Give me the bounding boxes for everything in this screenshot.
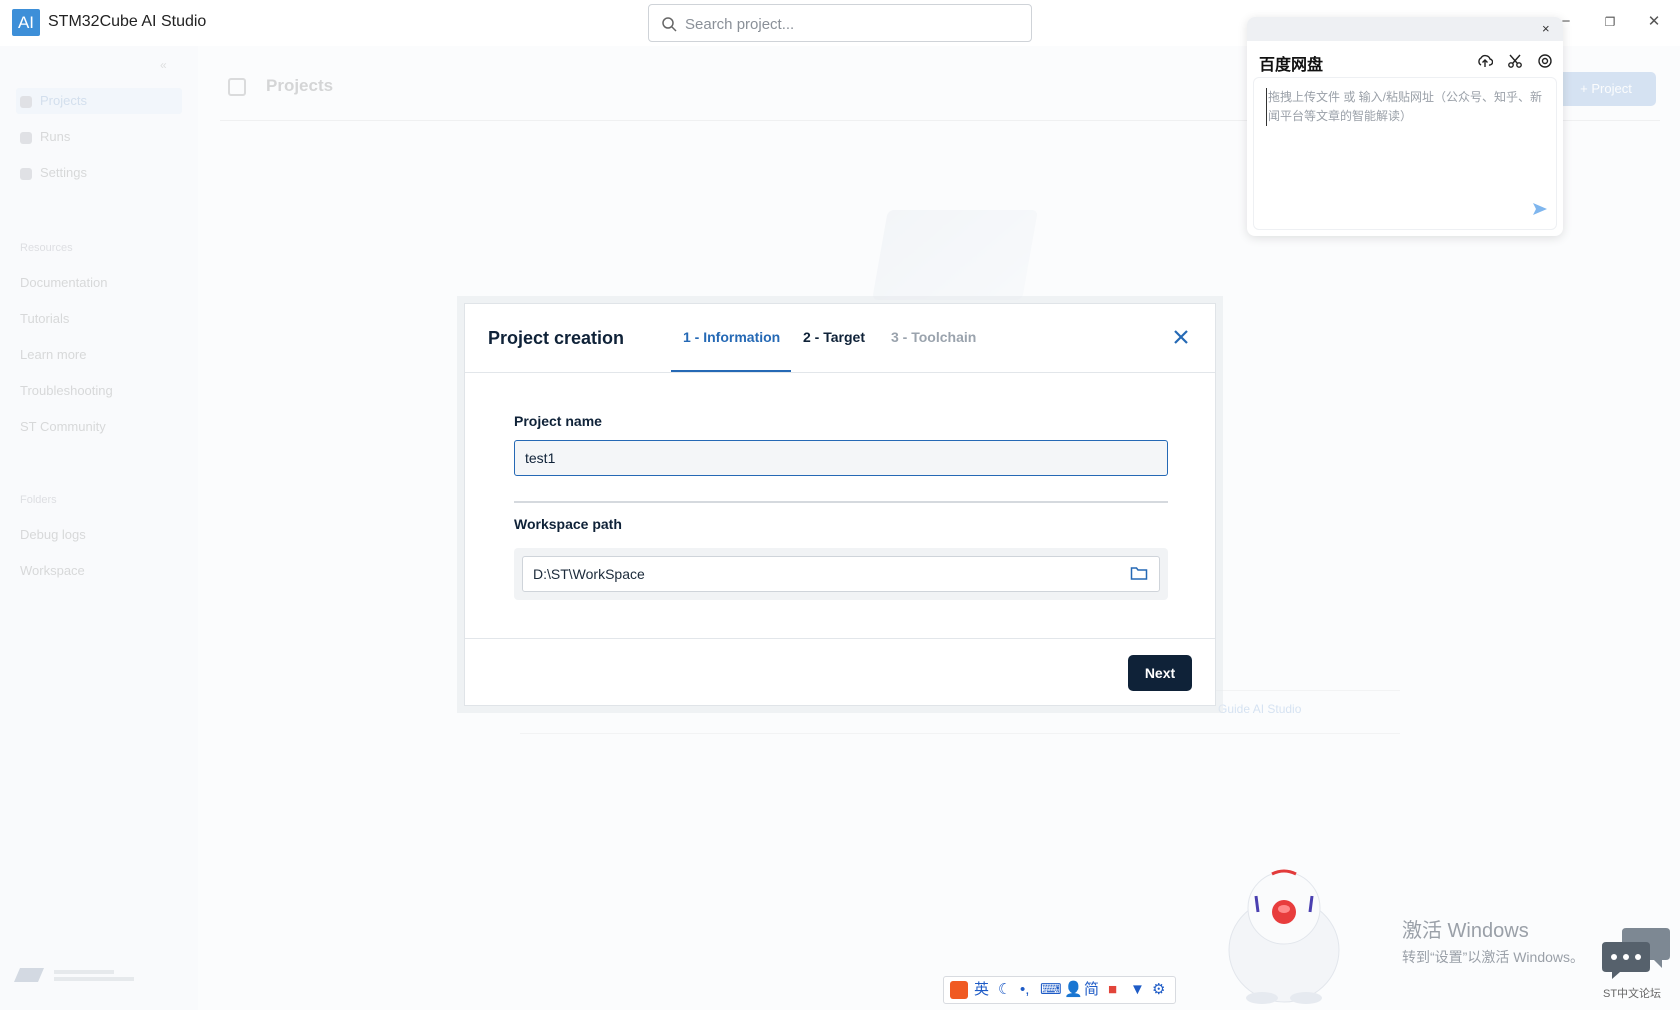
resource-link[interactable]: Documentation	[20, 275, 107, 290]
add-project-button[interactable]: + Project	[1556, 72, 1656, 106]
folder-icon[interactable]	[1130, 565, 1148, 581]
restore-button[interactable]: ❐	[1600, 12, 1620, 32]
scissors-icon[interactable]	[1507, 53, 1523, 69]
app-logo: AI	[12, 9, 40, 36]
empty-state-illustration	[872, 210, 1038, 300]
project-name-label: Project name	[514, 413, 602, 429]
panel-titlebar	[1247, 17, 1563, 41]
moon-icon[interactable]: ☾	[998, 980, 1011, 1000]
tab-information[interactable]: 1 - Information	[683, 329, 780, 345]
activation-title: 激活 Windows	[1402, 920, 1529, 942]
resource-link[interactable]: Learn more	[20, 347, 86, 362]
windows-activation-watermark: 激活 Windows 转到“设置”以激活 Windows。	[1402, 914, 1584, 967]
sogou-logo-icon[interactable]	[950, 981, 968, 999]
run-icon	[20, 131, 32, 144]
tab-target[interactable]: 2 - Target	[803, 329, 865, 345]
sidebar-item-label: Settings	[40, 165, 87, 180]
keyboard-icon[interactable]: ⌨	[1040, 980, 1062, 1000]
page-title: Projects	[266, 76, 334, 95]
search-input[interactable]	[685, 13, 1015, 35]
tab-toolchain: 3 - Toolchain	[891, 329, 977, 345]
search-box[interactable]	[648, 4, 1032, 42]
folder-link[interactable]: Debug logs	[20, 527, 86, 542]
sidebar-item-runs[interactable]: Runs	[20, 124, 70, 150]
panel-close-icon[interactable]: ×	[1542, 21, 1550, 36]
panel-input-area[interactable]: 拖拽上传文件 或 输入/粘贴网址（公众号、知乎、新闻平台等文章的智能解读）	[1253, 77, 1557, 230]
folder-icon	[20, 95, 32, 108]
folders-heading: Folders	[20, 494, 57, 506]
workspace-path-label: Workspace path	[514, 516, 622, 532]
skin-icon[interactable]: ▼	[1130, 980, 1145, 1000]
project-creation-dialog: Project creation 1 - Information 2 - Tar…	[464, 303, 1216, 706]
panel-placeholder: 拖拽上传文件 或 输入/粘贴网址（公众号、知乎、新闻平台等文章的智能解读）	[1266, 88, 1546, 126]
workspace-path-field	[514, 548, 1168, 600]
project-name-input[interactable]	[514, 440, 1168, 476]
ime-toolbar: 英 ☾ •, ⌨ 👤 简 ■ ▼ ⚙	[943, 976, 1176, 1004]
sidebar-item-label: Projects	[40, 93, 87, 108]
folder-link[interactable]: Workspace	[20, 563, 85, 578]
chat-icon[interactable]	[1600, 924, 1672, 980]
window-close-button[interactable]: ✕	[1644, 12, 1664, 32]
mascot-illustration	[1228, 869, 1340, 1004]
sidebar-item-projects[interactable]: Projects	[16, 88, 182, 114]
punctuation-icon[interactable]: •,	[1020, 980, 1029, 1000]
video-icon[interactable]: ■	[1108, 980, 1117, 1000]
forum-label: ST中文论坛	[1603, 988, 1662, 1000]
dialog-title: Project creation	[488, 328, 625, 348]
panel-title: 百度网盘	[1259, 57, 1324, 74]
app-title: STM32Cube AI Studio	[48, 13, 207, 30]
send-icon[interactable]	[1532, 202, 1548, 216]
target-icon[interactable]	[1537, 53, 1553, 69]
workspace-path-input[interactable]	[522, 556, 1160, 592]
sidebar: « Projects Runs Settings Resources Docum…	[0, 46, 198, 1010]
field-divider	[514, 501, 1168, 503]
gear-icon[interactable]: ⚙	[1152, 980, 1165, 1000]
header-divider	[465, 372, 1215, 373]
resources-heading: Resources	[20, 242, 73, 254]
user-icon[interactable]: 👤	[1064, 980, 1083, 1000]
sidebar-item-label: Runs	[40, 129, 71, 144]
upload-icon[interactable]	[1477, 53, 1493, 69]
footer-divider	[465, 638, 1215, 639]
ime-language-toggle[interactable]: 英	[974, 980, 989, 1000]
close-icon[interactable]	[1170, 326, 1192, 348]
resource-link[interactable]: Troubleshooting	[20, 383, 113, 398]
sidebar-item-settings[interactable]: Settings	[20, 160, 87, 186]
ime-mode-toggle[interactable]: 简	[1084, 980, 1099, 1000]
sidebar-collapse-icon[interactable]: «	[160, 58, 167, 72]
search-icon	[662, 17, 677, 32]
resource-link[interactable]: ST Community	[20, 419, 106, 434]
st-logo	[14, 968, 134, 982]
gear-icon	[20, 167, 32, 180]
next-button[interactable]: Next	[1128, 655, 1192, 691]
baidu-netdisk-panel: × 百度网盘 拖拽上传文件 或 输入/粘贴网址（公众号、知乎、新闻平台等文章的智…	[1247, 17, 1563, 236]
resource-link[interactable]: Tutorials	[20, 311, 69, 326]
projects-page-icon	[228, 78, 246, 96]
activation-subtitle: 转到“设置”以激活 Windows。	[1402, 949, 1585, 965]
guide-link[interactable]: Guide AI Studio	[1218, 702, 1301, 716]
